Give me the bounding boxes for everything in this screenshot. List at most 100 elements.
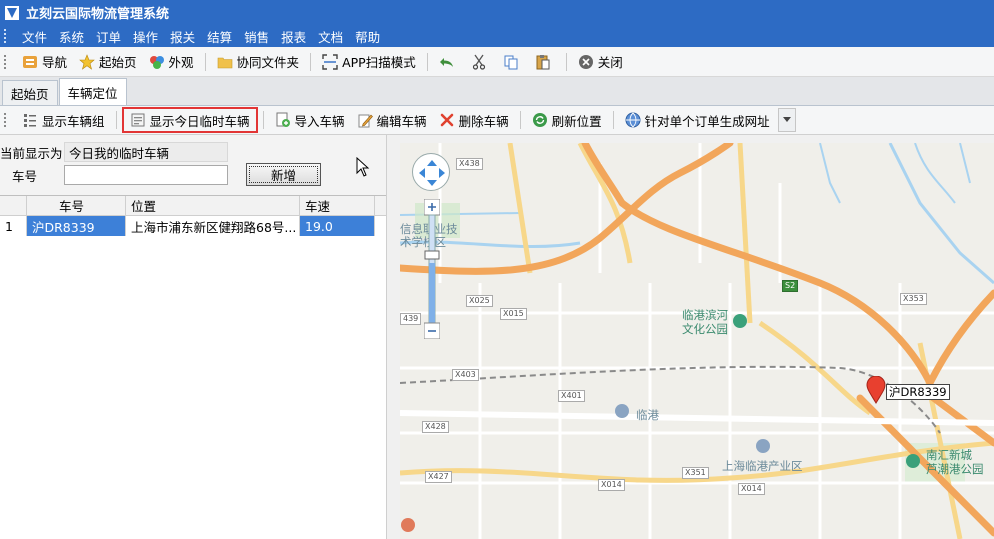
mouse-cursor-icon [356,157,370,177]
grid-header-location[interactable]: 位置 [126,196,300,215]
toolbar-separator [612,111,614,129]
row-speed[interactable]: 19.0 [300,216,375,236]
vehicle-map[interactable]: X438 X025 X015 439 X403 X401 X428 X427 X… [400,143,994,539]
nav-button[interactable]: 导航 [16,50,73,74]
nav-label: 导航 [42,55,68,70]
window-title: 立刻云国际物流管理系统 [26,7,170,22]
app-logo-icon [5,5,19,20]
road-label: X353 [900,293,927,305]
globe-icon [625,112,641,128]
toolbar-grip [4,113,8,127]
show-today-temp-button[interactable]: 显示今日临时车辆 [121,107,258,133]
shared-folder-button[interactable]: 协同文件夹 [211,50,306,74]
table-row[interactable]: 1 沪DR8339 上海市浦东新区健翔路68号... 19.0 [0,216,386,236]
toolbar-grip [4,54,8,69]
toolbar-overflow-dropdown[interactable] [777,108,796,132]
grid-header-index [0,196,27,215]
toolbar-separator [519,111,521,129]
import-icon [276,112,290,127]
menu-bar: 文件 系统 订单 操作 报关 结算 销售 报表 文档 帮助 [0,25,994,47]
road-label: S2 [782,280,799,292]
grid-header-speed[interactable]: 车速 [300,196,375,215]
row-plate[interactable]: 沪DR8339 [27,216,126,236]
list-icon [24,114,36,127]
vehicle-list-panel: 当前显示为 今日我的临时车辆 车号 新增 车号 位置 车速 1 沪DR8339 … [0,135,387,539]
import-label: 导入车辆 [294,113,345,129]
generate-url-button[interactable]: 针对单个订单生成网址 [619,108,776,132]
menu-help[interactable]: 帮助 [349,27,386,46]
delete-button[interactable]: 删除车辆 [433,108,515,132]
road-label: X015 [500,308,527,320]
plate-input[interactable] [64,165,228,185]
map-zoom-control[interactable] [424,199,440,339]
navigation-icon [23,55,37,68]
app-scan-label: APP扫描模式 [342,55,416,70]
menu-file[interactable]: 文件 [16,27,53,46]
skin-button[interactable]: 外观 [143,50,200,74]
road-label: X438 [456,158,483,170]
main-toolbar: 导航 起始页 外观 协同文件夹 APP扫描模式 关闭 [0,47,994,77]
import-button[interactable]: 导入车辆 [269,108,351,132]
plate-label: 车号 [12,168,38,184]
title-bar: 立刻云国际物流管理系统 [0,0,994,25]
grid-header: 车号 位置 车速 [0,196,386,216]
menu-grip [4,29,8,43]
delete-label: 删除车辆 [458,113,509,129]
toolbar-separator [310,52,312,71]
row-index: 1 [0,216,27,236]
add-vehicle-button[interactable]: 新增 [246,163,321,186]
undo-button[interactable] [433,50,465,74]
folder-icon [217,57,232,68]
menu-operation[interactable]: 操作 [127,27,164,46]
row-location[interactable]: 上海市浦东新区健翔路68号... [126,216,300,236]
road-label: X427 [425,471,452,483]
menu-order[interactable]: 订单 [90,27,127,46]
current-display-label: 当前显示为 [0,145,63,161]
edit-label: 编辑车辆 [376,113,427,129]
pan-arrows-icon [419,160,445,186]
document-icon [131,113,145,127]
road-label: X428 [422,421,449,433]
edit-pencil-icon [358,114,373,128]
toolbar-separator [565,52,567,71]
plate-row: 车号 [0,165,228,185]
undo-icon [439,57,453,67]
menu-system[interactable]: 系统 [53,27,90,46]
app-scan-button[interactable]: APP扫描模式 [316,50,422,74]
vehicle-marker-icon[interactable] [866,376,886,404]
menu-report[interactable]: 报表 [275,27,312,46]
map-base [400,143,994,539]
home-button[interactable]: 起始页 [73,50,143,74]
menu-sales[interactable]: 销售 [238,27,275,46]
refresh-button[interactable]: 刷新位置 [526,108,608,132]
copy-button[interactable] [497,50,529,74]
grid-header-plate[interactable]: 车号 [27,196,126,215]
edit-button[interactable]: 编辑车辆 [351,108,433,132]
road-label: X401 [558,390,585,402]
vehicle-marker-label[interactable]: 沪DR8339 [886,384,950,400]
map-pan-control[interactable] [412,153,450,191]
tab-home[interactable]: 起始页 [2,80,58,105]
toolbar-separator [262,111,264,129]
paste-icon [536,54,550,69]
menu-customs[interactable]: 报关 [164,27,201,46]
menu-settlement[interactable]: 结算 [201,27,238,46]
cut-button[interactable] [465,50,497,74]
show-group-button[interactable]: 显示车辆组 [16,108,111,132]
road-label: X403 [452,369,479,381]
skin-label: 外观 [168,55,194,70]
home-label: 起始页 [99,55,137,70]
road-label: X025 [466,295,493,307]
toolbar-separator [115,111,117,129]
refresh-icon [532,113,547,127]
scissors-icon [472,54,485,70]
menu-document[interactable]: 文档 [312,27,349,46]
vehicle-toolbar: 显示车辆组 显示今日临时车辆 导入车辆 编辑车辆 删除车辆 刷新位置 针对单个订… [0,106,994,135]
tab-vehicle-location[interactable]: 车辆定位 [58,78,127,105]
toolbar-separator [426,52,428,71]
paste-button[interactable] [529,50,561,74]
close-button[interactable]: 关闭 [572,50,629,74]
place-label-industrial: 上海临港产业区 [722,459,803,473]
generate-url-label: 针对单个订单生成网址 [644,113,770,129]
toolbar-separator [204,52,206,71]
